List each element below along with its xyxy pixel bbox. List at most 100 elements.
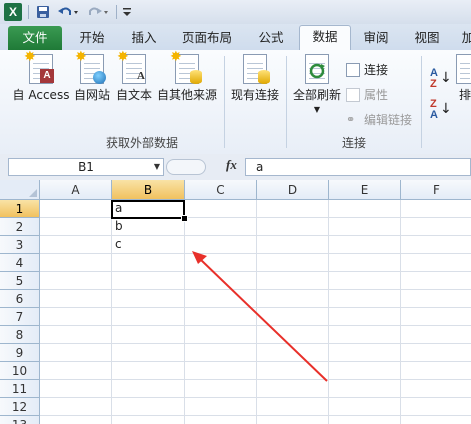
cell-A13[interactable] bbox=[40, 416, 112, 424]
cell-E12[interactable] bbox=[329, 398, 401, 416]
cell-C6[interactable] bbox=[185, 290, 257, 308]
cell-B4[interactable] bbox=[112, 254, 185, 272]
cell-E13[interactable] bbox=[329, 416, 401, 424]
from-web-button[interactable]: ✸ 自网站 bbox=[72, 50, 112, 103]
cell-F3[interactable] bbox=[401, 236, 471, 254]
column-header-E[interactable]: E bbox=[329, 180, 401, 200]
cell-F12[interactable] bbox=[401, 398, 471, 416]
cell-A10[interactable] bbox=[40, 362, 112, 380]
cell-A6[interactable] bbox=[40, 290, 112, 308]
cell-E3[interactable] bbox=[329, 236, 401, 254]
row-header-4[interactable]: 4 bbox=[0, 254, 40, 272]
cell-C7[interactable] bbox=[185, 308, 257, 326]
existing-connections-button[interactable]: 现有连接 bbox=[228, 54, 282, 103]
cell-E5[interactable] bbox=[329, 272, 401, 290]
cell-C12[interactable] bbox=[185, 398, 257, 416]
cell-B1[interactable]: a bbox=[112, 200, 185, 218]
cell-E6[interactable] bbox=[329, 290, 401, 308]
row-header-8[interactable]: 8 bbox=[0, 326, 40, 344]
tab-data[interactable]: 数据 bbox=[299, 25, 351, 50]
cell-A11[interactable] bbox=[40, 380, 112, 398]
connections-button[interactable]: 连接 bbox=[346, 61, 388, 78]
tab-view[interactable]: 视图 bbox=[405, 27, 449, 49]
cell-C4[interactable] bbox=[185, 254, 257, 272]
cell-A4[interactable] bbox=[40, 254, 112, 272]
cell-C5[interactable] bbox=[185, 272, 257, 290]
row-header-3[interactable]: 3 bbox=[0, 236, 40, 254]
tab-insert[interactable]: 插入 bbox=[122, 27, 166, 49]
cell-D5[interactable] bbox=[257, 272, 329, 290]
tab-review[interactable]: 审阅 bbox=[354, 27, 398, 49]
column-header-D[interactable]: D bbox=[257, 180, 329, 200]
cell-D6[interactable] bbox=[257, 290, 329, 308]
tab-page-layout[interactable]: 页面布局 bbox=[174, 27, 240, 49]
name-box[interactable]: B1 ▼ bbox=[8, 158, 164, 176]
cell-D10[interactable] bbox=[257, 362, 329, 380]
cell-D1[interactable] bbox=[257, 200, 329, 218]
cell-F6[interactable] bbox=[401, 290, 471, 308]
cell-C11[interactable] bbox=[185, 380, 257, 398]
cell-B2[interactable]: b bbox=[112, 218, 185, 236]
formula-input[interactable]: a bbox=[245, 158, 471, 176]
cell-D8[interactable] bbox=[257, 326, 329, 344]
cell-A12[interactable] bbox=[40, 398, 112, 416]
row-header-9[interactable]: 9 bbox=[0, 344, 40, 362]
cell-C1[interactable] bbox=[185, 200, 257, 218]
cell-B5[interactable] bbox=[112, 272, 185, 290]
cell-B3[interactable]: c bbox=[112, 236, 185, 254]
cell-C9[interactable] bbox=[185, 344, 257, 362]
cell-B7[interactable] bbox=[112, 308, 185, 326]
cell-E7[interactable] bbox=[329, 308, 401, 326]
tab-file[interactable]: 文件 bbox=[8, 26, 62, 50]
cell-A2[interactable] bbox=[40, 218, 112, 236]
cell-F1[interactable] bbox=[401, 200, 471, 218]
cell-B6[interactable] bbox=[112, 290, 185, 308]
cell-A5[interactable] bbox=[40, 272, 112, 290]
cell-B11[interactable] bbox=[112, 380, 185, 398]
row-header-2[interactable]: 2 bbox=[0, 218, 40, 236]
cell-E1[interactable] bbox=[329, 200, 401, 218]
cell-C10[interactable] bbox=[185, 362, 257, 380]
cell-A8[interactable] bbox=[40, 326, 112, 344]
refresh-all-button[interactable]: 全部刷新 ▼ bbox=[290, 54, 344, 114]
sort-button[interactable]: 排 bbox=[454, 54, 471, 103]
select-all-corner[interactable] bbox=[0, 180, 40, 200]
cell-B10[interactable] bbox=[112, 362, 185, 380]
cell-A3[interactable] bbox=[40, 236, 112, 254]
worksheet-grid[interactable]: ABCDEF 1 a 2 b 3 c 45678910111213 bbox=[0, 180, 471, 424]
excel-logo-icon[interactable]: X bbox=[4, 3, 22, 21]
cell-E8[interactable] bbox=[329, 326, 401, 344]
cell-A7[interactable] bbox=[40, 308, 112, 326]
cell-C3[interactable] bbox=[185, 236, 257, 254]
undo-icon[interactable] bbox=[56, 3, 80, 21]
tab-formulas[interactable]: 公式 bbox=[248, 27, 294, 49]
row-header-11[interactable]: 11 bbox=[0, 380, 40, 398]
column-header-C[interactable]: C bbox=[185, 180, 257, 200]
cell-F7[interactable] bbox=[401, 308, 471, 326]
cell-C8[interactable] bbox=[185, 326, 257, 344]
save-icon[interactable] bbox=[34, 3, 52, 21]
name-box-dropdown-icon[interactable]: ▼ bbox=[154, 159, 160, 175]
cell-B9[interactable] bbox=[112, 344, 185, 362]
cell-D12[interactable] bbox=[257, 398, 329, 416]
insert-function-button[interactable]: fx bbox=[226, 157, 237, 173]
cell-D2[interactable] bbox=[257, 218, 329, 236]
cell-F2[interactable] bbox=[401, 218, 471, 236]
tab-addins[interactable]: 加 bbox=[458, 27, 471, 49]
tab-home[interactable]: 开始 bbox=[70, 27, 114, 49]
cell-F13[interactable] bbox=[401, 416, 471, 424]
cell-A9[interactable] bbox=[40, 344, 112, 362]
cell-B13[interactable] bbox=[112, 416, 185, 424]
cell-F10[interactable] bbox=[401, 362, 471, 380]
from-access-button[interactable]: ✸ A 自 Access bbox=[12, 50, 70, 103]
cell-D11[interactable] bbox=[257, 380, 329, 398]
refresh-all-dropdown-icon[interactable]: ▼ bbox=[314, 105, 320, 114]
row-header-12[interactable]: 12 bbox=[0, 398, 40, 416]
cell-E10[interactable] bbox=[329, 362, 401, 380]
row-header-5[interactable]: 5 bbox=[0, 272, 40, 290]
cell-D13[interactable] bbox=[257, 416, 329, 424]
cell-A1[interactable] bbox=[40, 200, 112, 218]
cell-E2[interactable] bbox=[329, 218, 401, 236]
sort-az-button[interactable]: A Z ↓ Z A ↓ bbox=[430, 68, 452, 121]
from-other-sources-button[interactable]: ✸ 自其他来源 bbox=[156, 50, 218, 103]
